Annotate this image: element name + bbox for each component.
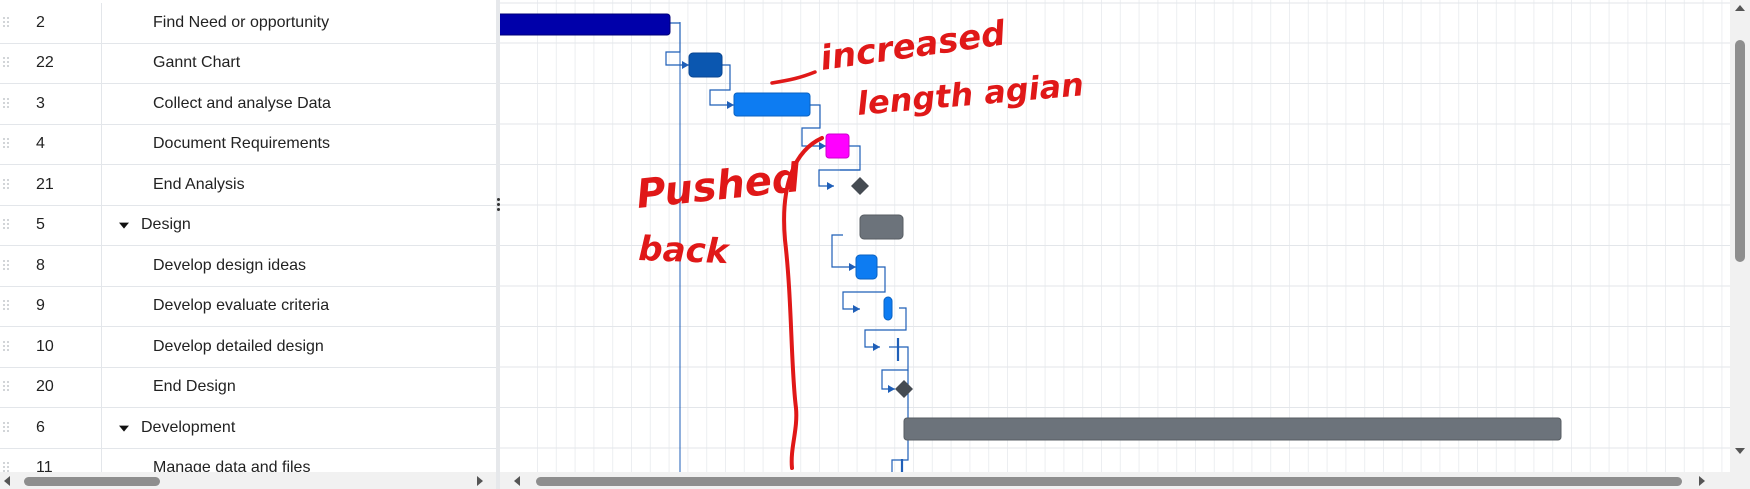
task-row[interactable]: 3 Collect and analyse Data [0, 84, 496, 125]
task-bar [688, 52, 723, 78]
grid-scroll-thumb[interactable] [24, 477, 160, 486]
task-bar [733, 92, 811, 117]
vertical-scroll-thumb[interactable] [1735, 40, 1745, 262]
task-row[interactable]: 20 End Design [0, 367, 496, 408]
task-id: 10 [36, 337, 54, 355]
task-row[interactable]: 2 Find Need or opportunity [0, 3, 496, 44]
task-id-cell: 8 [0, 246, 102, 286]
link-arrow [827, 182, 834, 190]
milestone-diamond [851, 177, 869, 195]
timeline-scroll-left-arrow-icon[interactable] [514, 476, 520, 486]
drag-handle-icon[interactable] [3, 178, 13, 191]
annotation-text: back [638, 229, 732, 272]
task-id: 5 [36, 216, 45, 234]
task-name: Gannt Chart [153, 54, 241, 72]
task-row[interactable]: 9 Develop evaluate criteria [0, 286, 496, 327]
task-name: Develop evaluate criteria [153, 297, 330, 315]
task-id-cell: 3 [0, 84, 102, 124]
drag-handle-icon[interactable] [3, 219, 13, 231]
task-bar [883, 296, 893, 321]
task-id-cell: 22 [0, 43, 102, 83]
task-bar [500, 13, 671, 36]
task-bar [825, 133, 850, 159]
scroll-left-arrow-icon[interactable] [4, 476, 10, 486]
link-arrow [873, 343, 880, 351]
task-id-cell: 20 [0, 367, 102, 407]
gantt-timeline: increased length agian Pushed back [500, 0, 1730, 472]
task-row[interactable]: 10 Develop detailed design [0, 327, 496, 368]
link-arrow [888, 385, 895, 393]
link-arrow [819, 142, 826, 150]
task-row[interactable]: 4 Document Requirements [0, 124, 496, 165]
task-name: Develop design ideas [153, 256, 306, 274]
task-bar [855, 254, 878, 280]
task-id-cell: 4 [0, 124, 102, 164]
task-id-cell: 21 [0, 165, 102, 205]
task-id: 22 [36, 54, 54, 72]
task-name: Design [141, 216, 191, 234]
scroll-right-arrow-icon[interactable] [477, 476, 483, 486]
expand-caret-icon[interactable] [119, 425, 129, 432]
task-id-cell: 5 [0, 205, 102, 245]
task-id: 8 [36, 256, 45, 274]
drag-handle-icon[interactable] [3, 97, 13, 110]
handwritten-annotation: increasedlength agianPushedback [634, 13, 1085, 470]
task-row[interactable]: 6 Development [0, 408, 496, 449]
timeline-scroll-thumb[interactable] [536, 477, 1682, 486]
task-id-cell: 2 [0, 3, 102, 43]
summary-bar [903, 417, 1562, 441]
task-id: 2 [36, 13, 45, 31]
task-name: Collect and analyse Data [153, 94, 331, 112]
task-id-cell: 9 [0, 286, 102, 326]
task-id-cell: 6 [0, 408, 102, 448]
task-name: Find Need or opportunity [153, 13, 330, 31]
link-arrow [849, 263, 856, 271]
milestone-diamond [895, 380, 913, 398]
grid-horizontal-scrollbar[interactable] [0, 472, 496, 489]
task-id: 9 [36, 297, 45, 315]
timeline-scroll-right-arrow-icon[interactable] [1699, 476, 1705, 486]
dependency-link [831, 234, 856, 268]
link-arrow [727, 101, 734, 109]
task-row[interactable]: 5 Design [0, 205, 496, 246]
task-id: 3 [36, 94, 45, 112]
task-name: End Analysis [153, 175, 245, 193]
task-id: 4 [36, 135, 45, 153]
task-id: 6 [36, 418, 45, 436]
task-row[interactable]: 22 Gannt Chart [0, 43, 496, 84]
link-arrow [853, 305, 860, 313]
drag-handle-icon[interactable] [3, 421, 13, 434]
task-id-cell: 10 [0, 327, 102, 367]
task-id: 20 [36, 378, 54, 396]
annotation-dash [770, 70, 817, 85]
task-name: Develop detailed design [153, 337, 324, 355]
drag-handle-icon[interactable] [3, 340, 13, 353]
drag-handle-icon[interactable] [3, 57, 13, 69]
scroll-down-arrow-icon[interactable] [1735, 448, 1745, 454]
expand-caret-icon[interactable] [119, 222, 129, 229]
timeline-horizontal-scrollbar[interactable] [500, 472, 1750, 489]
task-id: 21 [36, 175, 54, 193]
vertical-scrollbar[interactable] [1730, 0, 1750, 472]
task-row[interactable]: 8 Develop design ideas [0, 246, 496, 287]
summary-bar [859, 214, 904, 240]
drag-handle-icon[interactable] [3, 259, 13, 272]
task-name: End Design [153, 378, 236, 396]
task-row[interactable]: 21 End Analysis [0, 165, 496, 206]
task-name: Document Requirements [153, 135, 330, 153]
drag-handle-icon[interactable] [3, 300, 13, 312]
task-name: Development [141, 418, 236, 436]
drag-handle-icon[interactable] [3, 381, 13, 393]
scroll-up-arrow-icon[interactable] [1735, 5, 1745, 11]
drag-handle-icon[interactable] [3, 138, 13, 150]
task-grid: 2 Find Need or opportunity 22 Gannt Chart 3 C… [0, 0, 496, 489]
gantt-chart-canvas: increasedlength agianPushedback [500, 0, 1730, 472]
drag-handle-icon[interactable] [3, 16, 13, 29]
